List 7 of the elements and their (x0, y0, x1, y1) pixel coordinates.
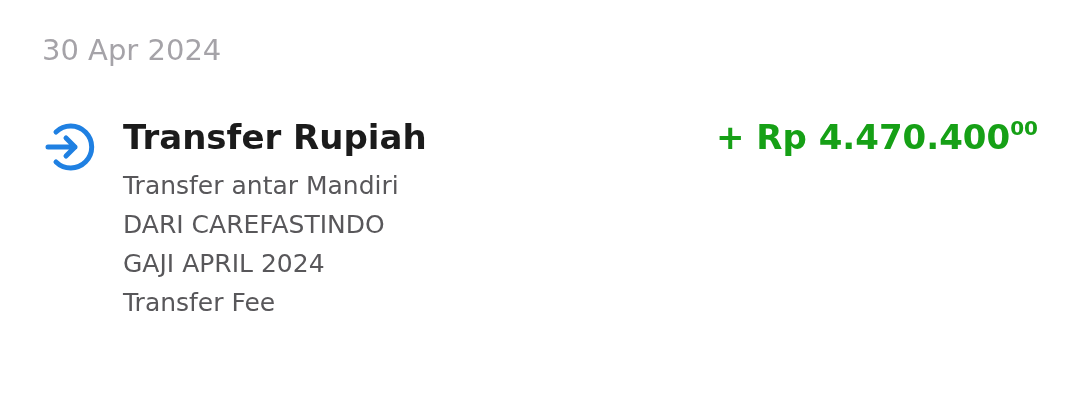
transaction-detail: Transfer antar Mandiri (123, 170, 399, 202)
transaction-amount: + Rp 4.470.400$^{00}$ (716, 115, 1038, 159)
transaction-title: Transfer Rupiah (123, 116, 427, 159)
transaction-detail: GAJI APRIL 2024 (123, 248, 325, 280)
date-heading: 30 Apr 2024 (42, 32, 222, 69)
transaction-detail: Transfer Fee (123, 287, 276, 319)
transaction-detail: DARI CAREFASTINDO (123, 209, 385, 241)
